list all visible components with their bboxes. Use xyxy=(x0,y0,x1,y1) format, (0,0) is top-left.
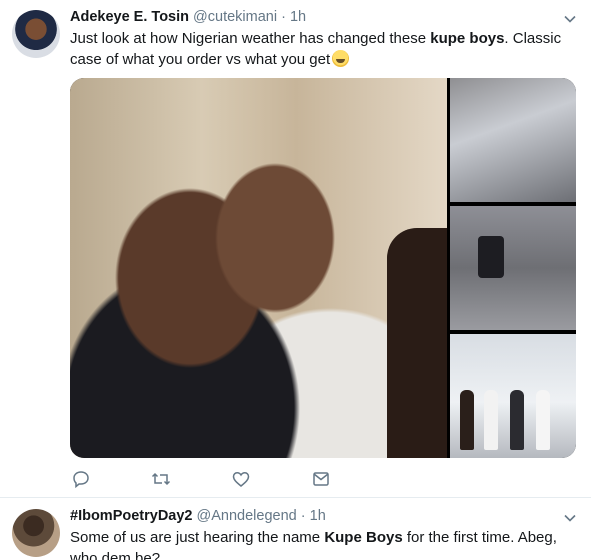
media-grid[interactable] xyxy=(70,78,576,458)
tweet-text-bold: Kupe Boys xyxy=(324,529,403,546)
author-handle[interactable]: @Anndelegend xyxy=(197,508,297,524)
tweet-text-part: Some of us are just hearing the name xyxy=(70,529,325,546)
weary-face-emoji xyxy=(332,50,350,67)
tweet-text-part: Just look at how Nigerian weather has ch… xyxy=(70,30,431,47)
tweet-text-bold: kupe boys xyxy=(430,30,505,47)
author-handle[interactable]: @cutekimani xyxy=(193,9,277,25)
photo-main[interactable] xyxy=(70,78,447,458)
tweet-header: Adekeye E. Tosin @cutekimani · 1h xyxy=(70,9,306,25)
photo-thumbnails xyxy=(450,78,576,458)
avatar[interactable] xyxy=(12,10,60,58)
photo-thumbnail[interactable] xyxy=(450,334,576,458)
photo-thumbnail[interactable] xyxy=(450,78,576,202)
reply-icon[interactable] xyxy=(70,468,92,490)
author-name[interactable]: #IbomPoetryDay2 xyxy=(70,508,193,524)
retweet-icon[interactable] xyxy=(150,468,172,490)
photo-thumbnail[interactable] xyxy=(450,206,576,330)
tweet-header: #IbomPoetryDay2 @Anndelegend · 1h xyxy=(70,508,326,524)
tweet[interactable]: #IbomPoetryDay2 @Anndelegend · 1h Some o… xyxy=(0,499,591,560)
author-name[interactable]: Adekeye E. Tosin xyxy=(70,9,189,25)
separator: · xyxy=(300,508,306,524)
tweet[interactable]: Adekeye E. Tosin @cutekimani · 1h Just l… xyxy=(0,0,591,498)
timestamp[interactable]: 1h xyxy=(290,9,306,25)
separator: · xyxy=(281,9,286,25)
tweet-actions xyxy=(70,468,370,490)
chevron-down-icon[interactable] xyxy=(563,12,577,26)
tweet-text: Just look at how Nigerian weather has ch… xyxy=(70,28,575,70)
direct-message-icon[interactable] xyxy=(310,468,332,490)
avatar[interactable] xyxy=(12,509,60,557)
tweet-text: Some of us are just hearing the name Kup… xyxy=(70,527,575,560)
timestamp[interactable]: 1h xyxy=(310,508,326,524)
chevron-down-icon[interactable] xyxy=(563,511,577,525)
like-icon[interactable] xyxy=(230,468,252,490)
